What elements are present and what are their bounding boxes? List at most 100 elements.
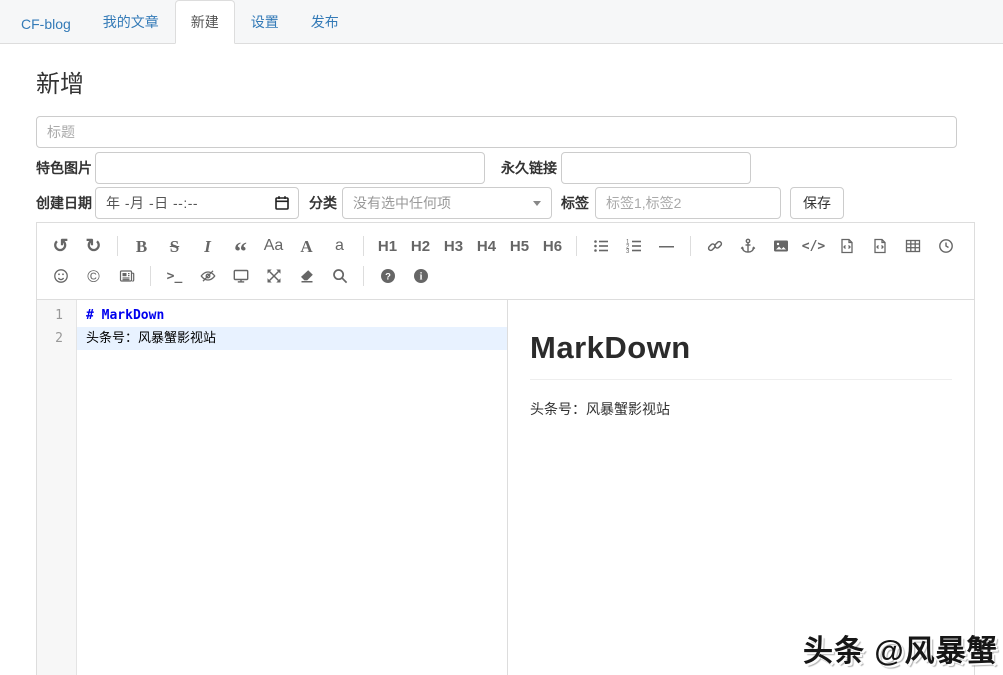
toolbar-table-button[interactable] (899, 232, 926, 260)
created-date-input[interactable]: 年 -月 -日 --:-- (95, 187, 299, 219)
toolbar-h5-button[interactable]: H5 (506, 232, 533, 260)
uppercase-icon: A (300, 236, 313, 256)
tab-my-articles[interactable]: 我的文章 (87, 0, 175, 44)
tab-settings[interactable]: 设置 (235, 0, 295, 44)
toolbar-search-button[interactable] (326, 262, 353, 290)
quote-icon: “ (234, 236, 247, 266)
emoji-icon (53, 269, 68, 283)
toolbar-link-button[interactable] (701, 232, 728, 260)
toolbar-help-button[interactable]: ? (374, 262, 401, 290)
toolbar-datetime-button[interactable] (932, 232, 959, 260)
toolbar-preview-button[interactable] (227, 262, 254, 290)
tags-input[interactable] (595, 187, 781, 219)
toolbar-reference-link-button[interactable] (734, 232, 761, 260)
toolbar-list-ul-button[interactable] (587, 232, 614, 260)
h4-icon: H4 (476, 237, 497, 255)
watch-icon (200, 270, 215, 282)
title-input[interactable] (36, 116, 957, 148)
clear-icon (300, 270, 313, 283)
toolbar-undo-button[interactable]: ↺ (47, 232, 74, 260)
toolbar-list-ol-button[interactable]: 123 (620, 232, 647, 260)
page-title: 新增 (36, 71, 84, 98)
svg-text:?: ? (385, 271, 391, 282)
markdown-preview-pane[interactable]: MarkDown 头条号：风暴蟹影视站 (508, 300, 974, 675)
toolbar-emoji-button[interactable] (47, 262, 74, 290)
fullscreen-icon (267, 269, 280, 283)
reference-link-icon (740, 238, 755, 253)
tab-cf-blog[interactable]: CF-blog (5, 4, 87, 44)
datetime-icon (938, 239, 953, 253)
toolbar-goto-line-button[interactable]: >_ (161, 262, 188, 290)
uppercase-words-icon: Aa (263, 237, 284, 254)
toolbar-quote-button[interactable]: “ (227, 232, 254, 266)
toolbar-lowercase-button[interactable]: a (326, 232, 353, 260)
toolbar-separator (576, 236, 577, 256)
line-number: 2 (55, 331, 63, 346)
undo-icon: ↺ (52, 235, 69, 257)
toolbar-clear-button[interactable] (293, 262, 320, 290)
toolbar-hr-button[interactable]: — (653, 232, 680, 260)
toolbar-redo-button[interactable]: ↻ (80, 232, 107, 260)
italic-icon: I (204, 236, 211, 256)
preview-paragraph: 头条号：风暴蟹影视站 (530, 401, 670, 417)
pagebreak-icon (119, 270, 134, 282)
toolbar-pagebreak-button[interactable] (113, 262, 140, 290)
toolbar-row-2: © >_? i (47, 261, 968, 291)
toolbar-h4-button[interactable]: H4 (473, 232, 500, 260)
nav-tabs: CF-blog 我的文章 新建 设置 发布 (0, 0, 1003, 44)
line-number-gutter: 12 (37, 300, 77, 675)
strikethrough-icon: S (169, 236, 180, 256)
preformatted-text-icon (840, 238, 853, 254)
html-entities-icon: © (87, 266, 100, 286)
toolbar-fullscreen-button[interactable] (260, 262, 287, 290)
toolbar-image-button[interactable] (767, 232, 794, 260)
permalink-label: 永久链接 (501, 160, 557, 176)
h5-icon: H5 (509, 237, 530, 255)
code-line[interactable]: 头条号：风暴蟹影视站 (77, 327, 507, 350)
line-number: 1 (55, 308, 63, 323)
toolbar-bold-button[interactable]: B (128, 232, 155, 260)
toolbar-info-button[interactable]: i (407, 262, 434, 290)
code-editor-area[interactable]: # MarkDown 头条号：风暴蟹影视站 (77, 300, 508, 675)
toolbar-code-block-button[interactable] (866, 232, 893, 260)
toolbar-separator (363, 266, 364, 286)
h3-icon: H3 (443, 237, 464, 255)
tab-publish[interactable]: 发布 (295, 0, 355, 44)
help-icon: ? (380, 269, 395, 283)
toolbar-strikethrough-button[interactable]: S (161, 232, 188, 260)
h1-icon: H1 (377, 237, 398, 255)
toolbar-h2-button[interactable]: H2 (407, 232, 434, 260)
toolbar-uppercase-words-button[interactable]: Aa (260, 232, 287, 260)
toolbar-italic-button[interactable]: I (194, 232, 221, 260)
date-placeholder-text: 年 -月 -日 --:-- (106, 195, 199, 211)
permalink-input[interactable] (561, 152, 751, 184)
toolbar-separator (150, 266, 151, 286)
toolbar-row-1: ↺ ↻ B S I “ Aa Aa H1 H2 H3 H4 H5 H6 1 2 3 — </> (47, 231, 968, 266)
chevron-down-icon (533, 200, 541, 206)
tags-label: 标签 (561, 195, 589, 211)
toolbar-h1-button[interactable]: H1 (374, 232, 401, 260)
link-icon (707, 240, 722, 252)
toolbar-separator (117, 236, 118, 256)
toolbar-uppercase-button[interactable]: A (293, 232, 320, 260)
calendar-icon (275, 196, 289, 210)
info-icon: i (413, 269, 428, 283)
tab-new[interactable]: 新建 (174, 0, 235, 44)
category-label: 分类 (309, 195, 337, 211)
code-block-icon (873, 238, 886, 254)
watermark-text: 头条 @风暴蟹 (803, 635, 998, 668)
toolbar-separator (690, 236, 691, 256)
toolbar-watch-button[interactable] (194, 262, 221, 290)
toolbar-code-button[interactable]: </> (800, 232, 827, 260)
save-button[interactable]: 保存 (790, 187, 844, 219)
toolbar-h3-button[interactable]: H3 (440, 232, 467, 260)
list-ul-icon (593, 240, 608, 252)
redo-icon: ↻ (85, 235, 102, 257)
toolbar-html-entities-button[interactable]: © (80, 262, 107, 290)
featured-image-input[interactable] (95, 152, 485, 184)
toolbar-preformatted-text-button[interactable] (833, 232, 860, 260)
code-line[interactable]: # MarkDown (77, 304, 507, 327)
toolbar-h6-button[interactable]: H6 (539, 232, 566, 260)
preview-heading: MarkDown (530, 330, 952, 380)
category-select[interactable]: 没有选中任何项 (342, 187, 552, 219)
